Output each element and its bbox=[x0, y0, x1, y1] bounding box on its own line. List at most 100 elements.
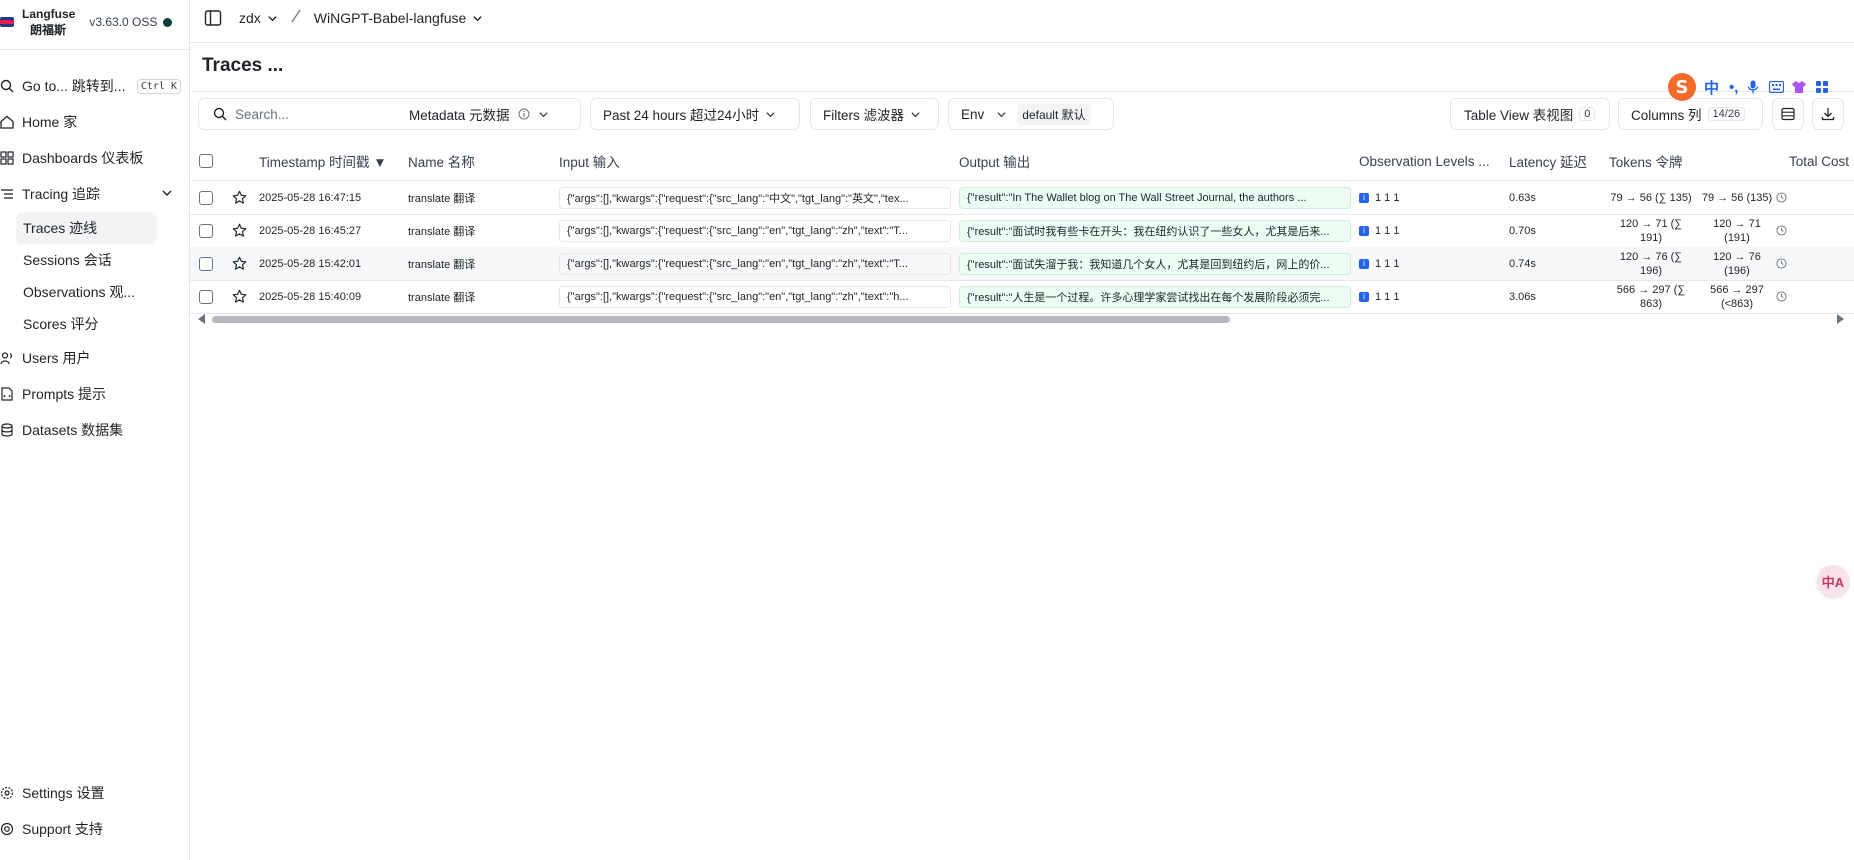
row-observation-levels: i 1 1 1 bbox=[1359, 214, 1399, 247]
row-output[interactable]: {"result":"面试时我有些卡在开头：我在纽约认识了一些女人，尤其是后来.… bbox=[959, 219, 1351, 242]
chevron-down-icon bbox=[472, 13, 483, 24]
filters-label: Filters 滤波器 bbox=[823, 108, 904, 123]
row-checkbox[interactable] bbox=[199, 289, 213, 304]
row-checkbox[interactable] bbox=[199, 190, 213, 205]
sidebar-item-observations[interactable]: Observations 观... bbox=[16, 276, 157, 308]
sidebar-item-traces[interactable]: Traces 迹线 bbox=[16, 212, 157, 244]
time-range-select[interactable]: Past 24 hours 超过24小时 bbox=[590, 98, 800, 130]
breadcrumb-project[interactable]: WiNGPT-Babel-langfuse bbox=[314, 10, 484, 26]
sidebar-item-settings[interactable]: Settings 设置 bbox=[0, 775, 189, 811]
table-view-button[interactable]: Table View 表视图 0 bbox=[1450, 98, 1610, 130]
brand[interactable]: Langfuse 朗福斯 v3.63.0 OSS bbox=[0, 4, 173, 40]
scrollbar-thumb[interactable] bbox=[212, 316, 1230, 323]
row-output-text: {"result":"In The Wallet blog on The Wal… bbox=[967, 191, 1307, 204]
row-name[interactable]: translate 翻译 bbox=[408, 181, 475, 214]
star-icon[interactable] bbox=[232, 214, 247, 247]
row-tokens-total: 120 → 76 (196) bbox=[1713, 250, 1761, 277]
row-timestamp[interactable]: 2025-05-28 16:45:27 bbox=[259, 214, 361, 247]
search-icon bbox=[0, 79, 20, 93]
star-icon[interactable] bbox=[232, 247, 247, 280]
sidebar-toggle-icon[interactable] bbox=[204, 9, 222, 27]
row-input[interactable]: {"args":[],"kwargs":{"request":{"src_lan… bbox=[559, 252, 951, 275]
sidebar-item-support[interactable]: Support 支持 bbox=[0, 811, 189, 847]
row-output[interactable]: {"result":"人生是一个过程。许多心理学家尝试找出在每个发展阶段必须完.… bbox=[959, 285, 1351, 308]
brand-name-en: Langfuse bbox=[22, 7, 76, 21]
sidebar-item-prompts[interactable]: Prompts 提示 bbox=[0, 376, 189, 412]
sidebar-item-users[interactable]: Users 用户 bbox=[0, 340, 189, 376]
info-level-icon: i bbox=[1359, 291, 1369, 302]
clock-icon[interactable] bbox=[1776, 214, 1787, 247]
row-checkbox[interactable] bbox=[199, 223, 213, 238]
clock-icon[interactable] bbox=[1776, 280, 1787, 313]
column-header-timestamp[interactable]: Timestamp 时间戳 ▼ bbox=[259, 142, 387, 180]
column-header-input[interactable]: Input 输入 bbox=[559, 142, 620, 180]
columns-button[interactable]: Columns 列 14/26 bbox=[1618, 98, 1763, 130]
scroll-right-icon[interactable] bbox=[1837, 314, 1844, 324]
row-checkbox-cell bbox=[199, 181, 213, 214]
floating-translate-button[interactable]: 中A bbox=[1817, 565, 1849, 597]
star-icon[interactable] bbox=[232, 280, 247, 313]
row-output-cell: {"result":"人生是一个过程。许多心理学家尝试找出在每个发展阶段必须完.… bbox=[959, 280, 1351, 313]
table-row[interactable]: 2025-05-28 15:42:01 translate 翻译 {"args":[… bbox=[190, 247, 1854, 281]
table-row[interactable]: 2025-05-28 15:40:09 translate 翻译 {"args":[… bbox=[190, 280, 1854, 314]
column-header-output[interactable]: Output 输出 bbox=[959, 142, 1030, 180]
toolbox-icon[interactable] bbox=[1814, 79, 1830, 95]
filters-button[interactable]: Filters 滤波器 bbox=[810, 98, 939, 130]
sidebar-item-sessions[interactable]: Sessions 会话 bbox=[16, 244, 157, 276]
columns-label: Columns 列 bbox=[1631, 108, 1702, 123]
column-header-observation-levels[interactable]: Observation Levels ... bbox=[1359, 142, 1490, 180]
row-input-cell: {"args":[],"kwargs":{"request":{"src_lan… bbox=[559, 181, 951, 214]
info-level-icon: i bbox=[1359, 225, 1369, 236]
ime-mode[interactable]: 中 bbox=[1704, 77, 1719, 98]
row-name[interactable]: translate 翻译 bbox=[408, 214, 475, 247]
breadcrumb-org[interactable]: zdx bbox=[239, 10, 278, 26]
table-row[interactable]: 2025-05-28 16:45:27 translate 翻译 {"args":[… bbox=[190, 214, 1854, 248]
row-density-button[interactable] bbox=[1772, 98, 1804, 130]
sidebar-item-datasets[interactable]: Datasets 数据集 bbox=[0, 412, 189, 448]
row-input[interactable]: {"args":[],"kwargs":{"request":{"src_lan… bbox=[559, 219, 951, 242]
clock-icon[interactable] bbox=[1776, 247, 1787, 280]
sidebar-nav: Go to... 跳转到... Ctrl K Home 家 Dashboards… bbox=[0, 68, 189, 448]
row-input-text: {"args":[],"kwargs":{"request":{"src_lan… bbox=[567, 290, 909, 303]
sidebar-item-home[interactable]: Home 家 bbox=[0, 104, 189, 140]
row-name[interactable]: translate 翻译 bbox=[408, 247, 475, 280]
search-input[interactable] bbox=[233, 105, 397, 123]
row-checkbox[interactable] bbox=[199, 256, 213, 271]
chevron-down-icon[interactable] bbox=[161, 186, 173, 202]
row-output[interactable]: {"result":"In The Wallet blog on The Wal… bbox=[959, 186, 1351, 209]
column-header-total-cost[interactable]: Total Cost bbox=[1789, 142, 1849, 180]
column-header-name[interactable]: Name 名称 bbox=[408, 142, 475, 180]
sidebar-item-dashboards[interactable]: Dashboards 仪表板 bbox=[0, 140, 189, 176]
ime-punctuation[interactable]: •, bbox=[1729, 79, 1738, 96]
row-name[interactable]: translate 翻译 bbox=[408, 280, 475, 313]
horizontal-scrollbar[interactable] bbox=[198, 314, 1844, 324]
sidebar-item-scores[interactable]: Scores 评分 bbox=[16, 308, 157, 340]
scroll-left-icon[interactable] bbox=[198, 314, 205, 324]
row-timestamp[interactable]: 2025-05-28 16:47:15 bbox=[259, 181, 361, 214]
env-filter[interactable]: Env default 默认 bbox=[948, 98, 1114, 130]
row-input[interactable]: {"args":[],"kwargs":{"request":{"src_lan… bbox=[559, 186, 951, 209]
row-timestamp[interactable]: 2025-05-28 15:42:01 bbox=[259, 247, 361, 280]
column-header-tokens[interactable]: Tokens 令牌 bbox=[1609, 142, 1683, 180]
sidebar-item-tracing[interactable]: Tracing 追踪 bbox=[0, 176, 189, 212]
project-name: WiNGPT-Babel-langfuse bbox=[313, 10, 467, 26]
row-output[interactable]: {"result":"面试失溜于我：我知道几个女人，尤其是回到纽约后，网上的价.… bbox=[959, 252, 1351, 275]
ime-logo-icon[interactable]: S bbox=[1668, 73, 1696, 101]
column-header-latency[interactable]: Latency 延迟 bbox=[1509, 142, 1587, 180]
search-bar: Metadata 元数据 bbox=[198, 98, 581, 130]
table-row[interactable]: 2025-05-28 16:47:15 translate 翻译 {"args":[… bbox=[190, 181, 1854, 215]
select-all-checkbox[interactable] bbox=[199, 154, 213, 168]
skin-icon[interactable] bbox=[1791, 79, 1807, 95]
keyboard-icon[interactable] bbox=[1768, 79, 1784, 95]
row-observation-levels: i 1 1 1 bbox=[1359, 280, 1399, 313]
metadata-search-toggle[interactable]: Metadata 元数据 bbox=[409, 104, 549, 124]
breadcrumb-separator-icon bbox=[290, 9, 302, 28]
clock-icon[interactable] bbox=[1776, 181, 1787, 214]
microphone-icon[interactable] bbox=[1745, 79, 1761, 95]
row-input[interactable]: {"args":[],"kwargs":{"request":{"src_lan… bbox=[559, 285, 951, 308]
sidebar-item-goto[interactable]: Go to... 跳转到... Ctrl K bbox=[0, 68, 189, 104]
star-icon[interactable] bbox=[232, 181, 247, 214]
row-timestamp[interactable]: 2025-05-28 15:40:09 bbox=[259, 280, 361, 313]
row-tokens: 120 → 71 (∑ 191) bbox=[1619, 217, 1683, 244]
download-button[interactable] bbox=[1812, 98, 1844, 130]
